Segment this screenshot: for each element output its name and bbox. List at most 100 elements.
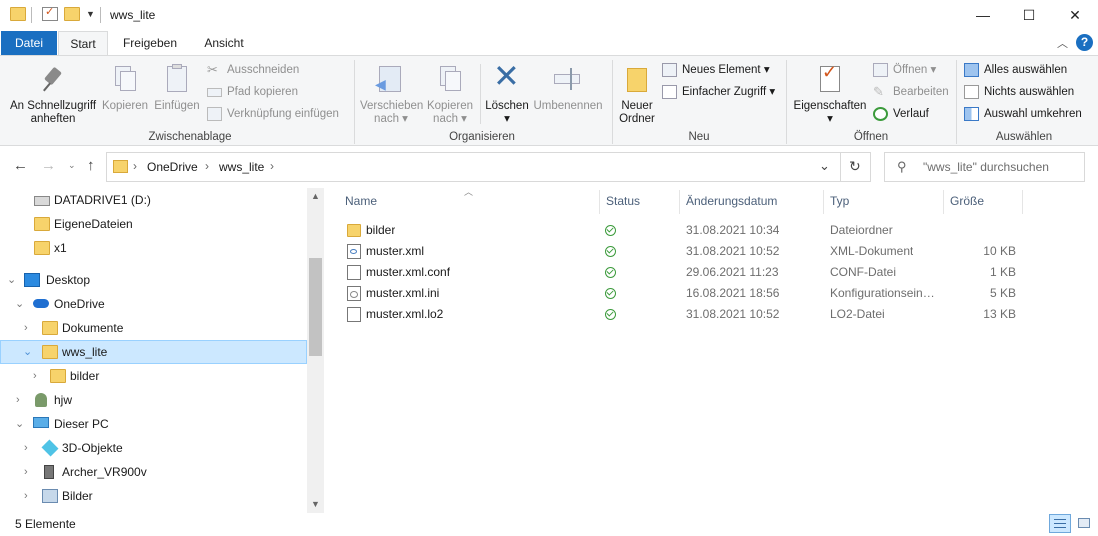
help-icon[interactable]: ? (1076, 34, 1093, 51)
scroll-up-icon[interactable]: ▲ (311, 191, 320, 201)
new-item-button[interactable]: Neues Element ▾ (662, 60, 770, 80)
forward-arrow-icon[interactable]: → (41, 157, 56, 174)
edit-label: Bearbeiten (893, 86, 949, 98)
search-input[interactable]: ⚲ "wws_lite" durchsuchen (884, 152, 1085, 182)
column-header-size[interactable]: Größe (950, 188, 984, 215)
copy-to-button[interactable]: Kopieren nach ▾ (424, 64, 476, 126)
file-row[interactable]: bilder 31.08.2021 10:34 Dateiordner (333, 220, 1033, 241)
close-button[interactable]: ✕ (1052, 0, 1098, 30)
select-all-button[interactable]: Alles auswählen (964, 60, 1067, 80)
column-divider[interactable] (823, 190, 824, 214)
properties-button[interactable]: ✓ Eigenschaften ▾ (790, 63, 870, 126)
tab-datei[interactable]: Datei (1, 31, 57, 55)
minimize-button[interactable]: — (960, 0, 1006, 30)
column-divider[interactable] (1022, 190, 1023, 214)
move-to-button[interactable]: ◀ Verschieben nach ▾ (360, 64, 423, 126)
file-name: bilder (366, 223, 396, 237)
back-arrow-icon[interactable]: ← (13, 157, 28, 174)
group-label-organize: Organisieren (449, 131, 515, 143)
nav-item-hjw[interactable]: › hjw (0, 388, 307, 412)
nav-item-x1[interactable]: x1 (0, 236, 307, 260)
nav-item-bilder[interactable]: › bilder (0, 364, 307, 388)
rename-button[interactable]: Umbenennen (532, 64, 604, 113)
history-button[interactable]: Verlauf (873, 104, 929, 124)
breadcrumb-onedrive[interactable]: OneDrive (147, 160, 198, 174)
file-row[interactable]: muster.xml 31.08.2021 10:52 XML-Dokument… (333, 241, 1033, 262)
file-row[interactable]: muster.xml.conf 29.06.2021 11:23 CONF-Da… (333, 262, 1033, 283)
up-arrow-icon[interactable]: ↑ (87, 157, 95, 174)
chevron-right-icon[interactable]: › (24, 316, 28, 340)
nav-item-bilder-pc[interactable]: › Bilder (0, 484, 307, 508)
paste-label: Einfügen (154, 100, 200, 112)
nav-item-dieser-pc[interactable]: ⌄ Dieser PC (0, 412, 307, 436)
chevron-down-icon[interactable]: ⌄ (15, 292, 24, 316)
search-placeholder: "wws_lite" durchsuchen (923, 160, 1049, 174)
breadcrumb-wws-lite[interactable]: wws_lite (219, 160, 264, 174)
nav-item-desktop[interactable]: ⌄ Desktop (0, 268, 307, 292)
collapse-ribbon-icon[interactable]: ︿ (1057, 35, 1068, 51)
chevron-right-icon[interactable]: › (24, 460, 28, 484)
nav-item-3d-objekte[interactable]: › 3D-Objekte (0, 436, 307, 460)
file-row[interactable]: muster.xml.lo2 31.08.2021 10:52 LO2-Date… (333, 304, 1033, 325)
tab-freigeben[interactable]: Freigeben (114, 31, 186, 55)
scrollbar-thumb[interactable] (309, 258, 322, 356)
group-separator (956, 60, 957, 144)
tab-ansicht[interactable]: Ansicht (192, 31, 256, 55)
column-header-status[interactable]: Status (606, 188, 640, 215)
new-folder-button[interactable]: Neuer Ordner (614, 64, 660, 126)
nav-item-archer[interactable]: › Archer_VR900v (0, 460, 307, 484)
address-dropdown-chevron-icon[interactable]: ⌄ (819, 158, 830, 174)
chevron-down-icon[interactable]: ⌄ (15, 412, 24, 436)
delete-button[interactable]: ✕ Löschen ▾ (484, 60, 530, 126)
details-view-icon[interactable] (1049, 514, 1071, 533)
nav-item-eigenedateien[interactable]: EigeneDateien (0, 212, 307, 236)
breadcrumb-separator: › (133, 159, 137, 173)
nav-item-dokumente[interactable]: › Dokumente (0, 316, 307, 340)
scroll-down-icon[interactable]: ▼ (311, 499, 320, 509)
column-divider[interactable] (679, 190, 680, 214)
paste-shortcut-button[interactable]: Verknüpfung einfügen (207, 104, 339, 124)
address-bar[interactable]: › OneDrive › wws_lite › ⌄ (106, 152, 841, 182)
rename-icon (552, 64, 584, 96)
group-label-open: Öffnen (853, 131, 889, 143)
nav-item-wws-lite[interactable]: ⌄ wws_lite (0, 340, 307, 364)
refresh-button[interactable]: ↻ (841, 152, 871, 182)
chevron-right-icon[interactable]: › (33, 364, 37, 388)
group-label-clipboard: Zwischenablage (148, 131, 232, 143)
column-header-type[interactable]: Typ (830, 188, 849, 215)
nav-item-datadrive1[interactable]: DATADRIVE1 (D:) (0, 188, 307, 212)
large-icons-view-icon[interactable] (1075, 514, 1094, 533)
maximize-button[interactable]: ☐ (1006, 0, 1052, 30)
copy-path-button[interactable]: Pfad kopieren (207, 82, 298, 102)
chevron-down-icon[interactable]: ⌄ (7, 268, 16, 292)
chevron-down-icon[interactable]: ⌄ (23, 340, 32, 364)
cut-button[interactable]: ✂ Ausschneiden (207, 60, 299, 80)
easy-access-label: Einfacher Zugriff ▾ (682, 86, 776, 98)
invert-selection-button[interactable]: Auswahl umkehren (964, 104, 1082, 124)
nav-item-onedrive[interactable]: ⌄ OneDrive (0, 292, 307, 316)
properties-check-icon[interactable]: ✓ (42, 6, 58, 21)
column-header-name[interactable]: Name (345, 188, 377, 215)
tab-start[interactable]: Start (58, 31, 108, 55)
chevron-right-icon[interactable]: › (16, 388, 20, 412)
nav-label: Dokumente (62, 321, 124, 335)
copy-button[interactable]: Kopieren (101, 64, 149, 113)
recent-locations-chevron-icon[interactable]: ⌄ (68, 160, 76, 171)
chevron-right-icon[interactable]: › (24, 436, 28, 460)
edit-button[interactable]: ✎ Bearbeiten (873, 82, 949, 102)
paste-button[interactable]: Einfügen (152, 64, 202, 113)
column-header-date[interactable]: Änderungsdatum (686, 188, 777, 215)
quick-access-dropdown-icon[interactable]: ▼ (86, 9, 95, 19)
ribbon: An Schnellzugriff anheften Kopieren Einf… (0, 55, 1098, 146)
pin-quick-access-button[interactable]: An Schnellzugriff anheften (6, 64, 100, 126)
easy-access-button[interactable]: Einfacher Zugriff ▾ (662, 82, 775, 102)
chevron-right-icon[interactable]: › (24, 484, 28, 508)
column-divider[interactable] (943, 190, 944, 214)
new-folder-quick-icon[interactable] (64, 7, 80, 21)
file-row[interactable]: muster.xml.ini 16.08.2021 18:56 Konfigur… (333, 283, 1033, 304)
open-button[interactable]: Öffnen ▾ (873, 60, 936, 80)
column-divider[interactable] (599, 190, 600, 214)
select-none-button[interactable]: Nichts auswählen (964, 82, 1074, 102)
nav-scrollbar[interactable]: ▲ ▼ (307, 188, 324, 513)
file-date: 16.08.2021 18:56 (686, 286, 780, 300)
